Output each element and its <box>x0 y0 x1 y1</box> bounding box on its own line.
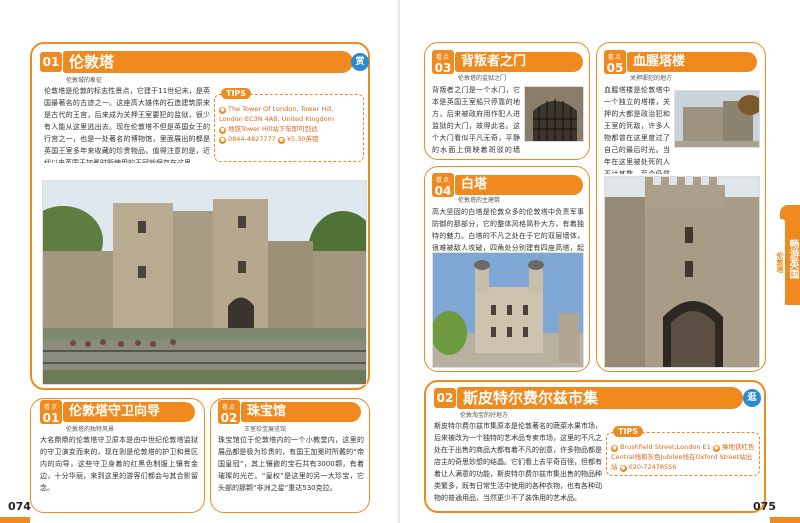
tower-courtyard-illustration <box>675 91 759 147</box>
sightseeing-icon: 赏 <box>351 53 369 71</box>
castle-illustration <box>43 181 366 384</box>
gate-illustration <box>525 87 583 141</box>
chapter-name: 畅游英国 <box>787 239 798 279</box>
badge-number: 02 <box>220 411 238 425</box>
tips-transport: ● 地铁Tower Hill站下车即可到达 <box>219 124 359 134</box>
tips-address: ● The Tower Of London, Tower Hill, London… <box>219 104 359 124</box>
badge-tag: 看点 <box>607 54 622 61</box>
spitalfields-body: 斯皮特尔费尔兹市集原本是伦敦著名的蔬菜水果市场，后来被改为一个独特的艺术品专卖市… <box>434 422 602 502</box>
sightseeing-icon-char: 赏 <box>355 57 365 67</box>
badge-number: 04 <box>434 184 452 198</box>
traitors-gate-body: 背叛者之门是一个水门，它本是英国王室船只停靠的地方，后来被政府用作犯人进监狱的大… <box>432 86 520 154</box>
white-tower-title: 白塔 <box>455 175 583 195</box>
page-title: 伦敦塔 <box>63 51 353 73</box>
guards-body: 大名鼎鼎的伦敦塔守卫原本是由中世纪伦敦塔监狱的守卫演变而来的，现在则是伦敦塔的护… <box>40 436 198 492</box>
section-badge: 01 <box>40 52 62 72</box>
left-page: 01 伦敦塔 赏 伦敦城的象征 伦敦塔是伦敦的标志性景点，它建于11世纪末，是英… <box>0 0 400 523</box>
white-tower-subtitle: 伦敦塔的主建筑 <box>458 197 501 204</box>
section-body: 伦敦塔是伦敦的标志性景点，它建于11世纪末，是英国最著名的古迹之一。这座高大雄伟… <box>44 87 210 163</box>
badge-number: 01 <box>42 411 60 425</box>
subway-icon: ● <box>712 445 720 452</box>
bloody-tower-title: 血腥塔楼 <box>627 52 757 72</box>
bloody-tower-title-text: 血腥塔楼 <box>633 54 686 69</box>
tower-of-london-photo <box>42 180 367 385</box>
tips-label: TIPS <box>221 88 252 99</box>
footer-bar <box>770 517 800 523</box>
traitors-gate-photo <box>524 86 584 142</box>
section-badge: 看点 03 <box>432 50 454 75</box>
badge-tag: 看点 <box>221 404 236 411</box>
section-badge: 看点 01 <box>40 400 62 425</box>
section-subtitle: 伦敦城的象征 <box>66 77 103 84</box>
phone-text: 0844-4827777 <box>228 135 276 143</box>
guards-subtitle: 伦敦塔的独特风景 <box>66 426 115 433</box>
address-text: Brushfield Street,London E1 <box>620 443 711 451</box>
page-number: 074 <box>8 500 31 513</box>
subway-icon: ● <box>219 127 226 134</box>
footer-bar <box>0 517 30 523</box>
badge-number: 01 <box>42 55 60 69</box>
title-text: 伦敦塔 <box>69 53 115 71</box>
chapter-side-tab: 畅游英国 伦敦塔 <box>775 205 800 305</box>
white-tower-title-text: 白塔 <box>461 177 488 192</box>
page-number: 075 <box>753 500 776 513</box>
tips-box: TIPS ● The Tower Of London, Tower Hill, L… <box>214 88 364 162</box>
location-icon: ● <box>219 107 226 114</box>
jewel-house-body: 珠宝馆位于伦敦塔内的一个小教堂内，这里的展品都是极为珍贵的，有国王加冕时所戴的“… <box>218 436 364 492</box>
bloody-tower-photo <box>604 176 760 368</box>
shopping-icon-char: 逛 <box>747 393 757 403</box>
spitalfields-market-title: 斯皮特尔费尔兹市集 <box>457 387 743 409</box>
chapter-sub: 伦敦塔 <box>775 219 785 305</box>
bloody-tower-subtitle: 关押罪犯的地方 <box>630 75 673 82</box>
ticket-icon: ● <box>277 137 285 144</box>
transport-text: 地铁Tower Hill站下车即可到达 <box>228 125 318 133</box>
section-badge: 看点 05 <box>604 50 626 75</box>
badge-tag: 看点 <box>435 177 450 184</box>
white-tower-photo <box>432 252 584 368</box>
badge-tag: 看点 <box>43 404 58 411</box>
jewel-house-subtitle: 王室珍宝展览馆 <box>244 426 287 433</box>
white-tower-body: 高大坚固的白塔是伦敦众多的伦敦塔中负责军事防御的那部分，它的整体风格简朴大方，有… <box>432 208 584 252</box>
address-text: The Tower Of London, Tower Hill, London … <box>219 105 334 123</box>
tips-box: TIPS ● Brushfield Street,London E1 ● 乘地铁红色… <box>606 426 760 476</box>
jewel-house-title-text: 珠宝馆 <box>247 404 287 419</box>
traitors-gate-title-text: 背叛者之门 <box>461 54 527 69</box>
spitalfields-subtitle: 伦敦淘宝的好地方 <box>460 412 509 419</box>
tips-phone: ● 0844-4827777 ● ¥5.30英镑 <box>219 134 359 144</box>
guards-title: 伦敦塔守卫向导 <box>63 402 195 422</box>
bloody-tower-illustration <box>605 177 759 367</box>
section-badge: 02 <box>434 388 456 408</box>
location-icon: ● <box>611 445 618 452</box>
traitors-gate-subtitle: 伦敦塔的监狱之门 <box>458 75 507 82</box>
badge-tag: 看点 <box>435 54 450 61</box>
jewel-house-title: 珠宝馆 <box>241 402 361 422</box>
phone-icon: ● <box>219 137 226 144</box>
white-tower-illustration <box>433 253 583 367</box>
phone-icon: ● <box>619 465 627 472</box>
price-text: ¥5.30英镑 <box>286 135 319 143</box>
badge-number: 03 <box>434 61 452 75</box>
bloody-tower-body: 血腥塔楼是伦敦塔中一个独立的塔楼，关押的大都是政治犯和王室的死敌，许多人物都曾在… <box>604 86 670 174</box>
badge-number: 02 <box>436 391 454 405</box>
right-page: 看点 03 背叛者之门 伦敦塔的监狱之门 背叛者之门是一个水门，它本是英国王室船… <box>400 0 800 523</box>
traitors-gate-title: 背叛者之门 <box>455 52 583 72</box>
section-badge: 看点 02 <box>218 400 240 425</box>
tips-address-transport: ● Brushfield Street,London E1 ● 乘地铁红色Centr… <box>611 442 755 472</box>
bloody-tower-small-photo <box>674 90 760 148</box>
section-badge: 看点 04 <box>432 173 454 198</box>
spitalfields-market-title-text: 斯皮特尔费尔兹市集 <box>463 389 599 407</box>
guards-title-text: 伦敦塔守卫向导 <box>69 404 161 419</box>
phone-text: 020-72478556 <box>628 463 677 471</box>
tips-label: TIPS <box>613 426 644 437</box>
shopping-icon: 逛 <box>743 389 761 407</box>
badge-number: 05 <box>606 61 624 75</box>
